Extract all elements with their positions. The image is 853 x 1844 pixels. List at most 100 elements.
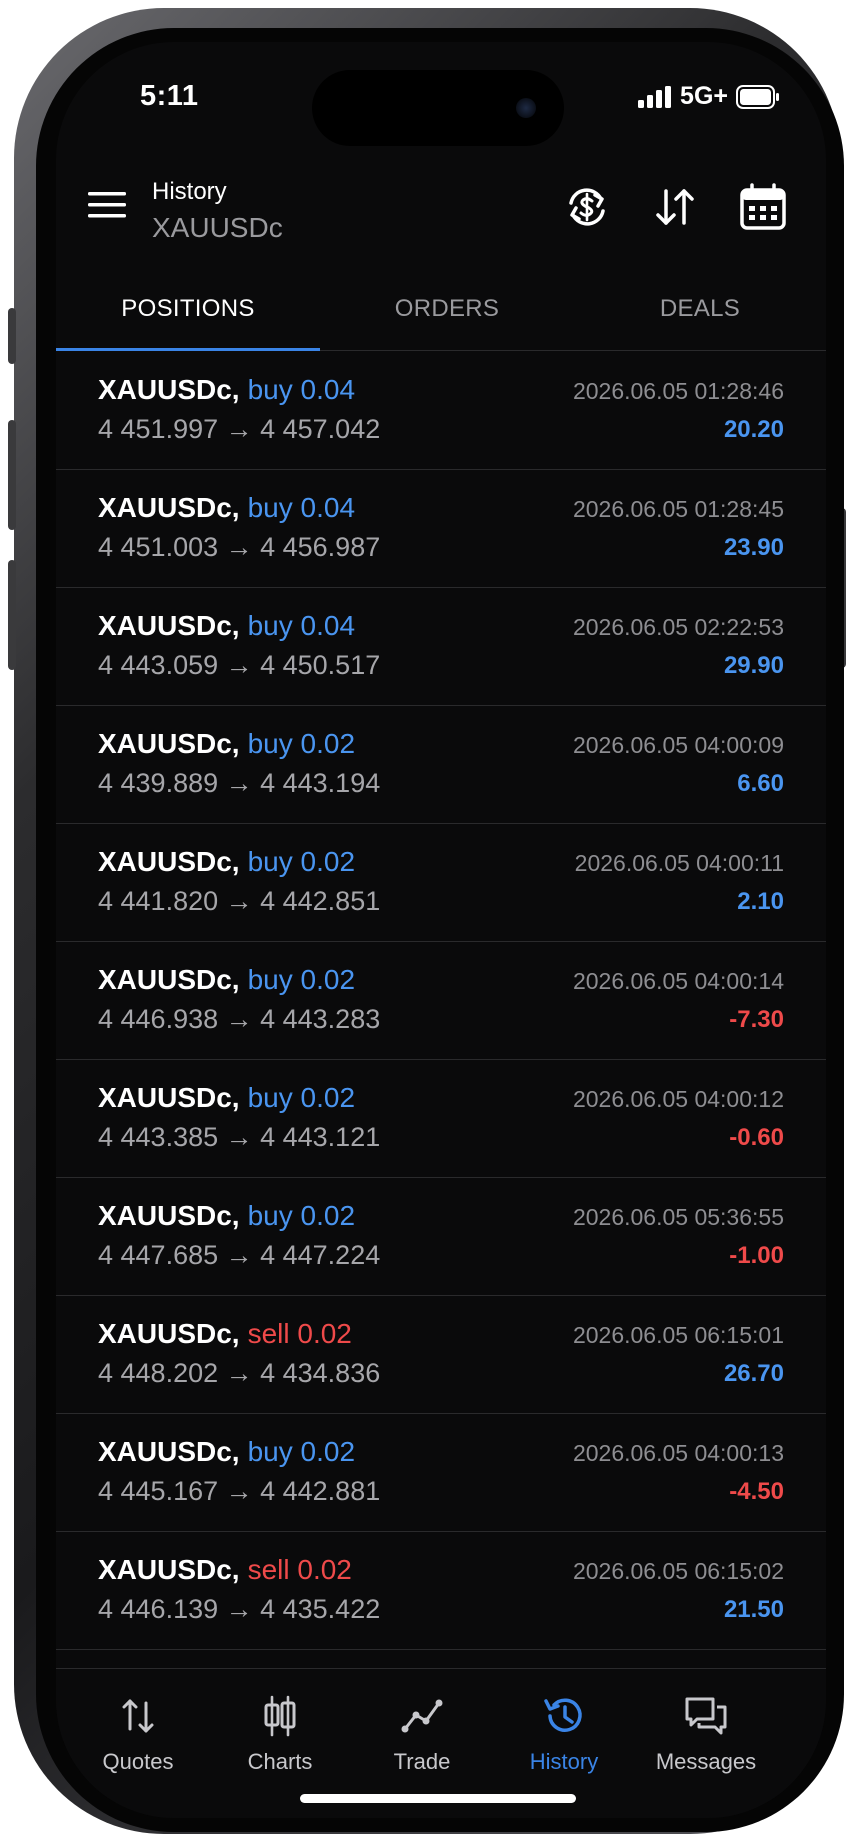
nav-history-label: History <box>529 1749 599 1774</box>
tab-deals[interactable]: DEALS <box>574 270 826 348</box>
position-time: 2026.06.05 06:15:01 <box>572 1322 784 1348</box>
position-row[interactable]: XAUUSDc, buy 0.02 4 441.820 → 4 442.851 2… <box>56 824 826 942</box>
messages-icon <box>685 1697 727 1735</box>
nav-charts[interactable]: Charts <box>210 1693 350 1775</box>
position-prices: 4 441.820 → 4 442.851 <box>98 886 381 916</box>
active-tab-indicator <box>56 348 320 351</box>
position-side: buy 0.04 <box>247 610 356 641</box>
position-time: 2026.06.05 01:28:45 <box>572 496 784 522</box>
app-header: History XAUUSDc <box>56 162 826 252</box>
position-time: 2026.06.05 04:00:13 <box>572 1440 784 1466</box>
position-symbol: XAUUSDc, buy 0.04 <box>98 374 356 405</box>
position-time: 2026.06.05 02:22:53 <box>572 614 784 640</box>
position-row[interactable]: XAUUSDc, buy 0.04 4 443.059 → 4 450.517 2… <box>56 588 826 706</box>
position-profit: -0.60 <box>729 1124 784 1151</box>
position-prices: 4 439.889 → 4 443.194 <box>98 768 381 798</box>
nav-quotes[interactable]: Quotes <box>68 1693 208 1775</box>
position-profit: 29.90 <box>723 652 784 679</box>
position-side: buy 0.04 <box>247 492 356 523</box>
menu-icon[interactable] <box>88 190 126 220</box>
position-side: buy 0.02 <box>247 1082 356 1113</box>
position-side: buy 0.02 <box>247 1436 356 1467</box>
position-profit: -7.30 <box>729 1006 784 1033</box>
position-row[interactable]: XAUUSDc, buy 0.04 4 451.003 → 4 456.987 2… <box>56 470 826 588</box>
status-indicators: 5G+ <box>638 82 780 111</box>
network-type: 5G+ <box>680 82 728 110</box>
position-profit: 2.10 <box>737 888 784 915</box>
nav-trade-label: Trade <box>393 1749 451 1774</box>
position-side: buy 0.02 <box>247 964 356 995</box>
position-symbol: XAUUSDc, buy 0.02 <box>98 1436 356 1467</box>
position-symbol: XAUUSDc, sell 0.02 <box>98 1318 352 1349</box>
position-row[interactable]: XAUUSDc, buy 0.04 4 451.997 → 4 457.042 2… <box>56 352 826 470</box>
position-symbol: XAUUSDc, buy 0.02 <box>98 1082 356 1113</box>
position-prices: 4 448.202 → 4 434.836 <box>98 1358 381 1388</box>
position-profit: -4.50 <box>729 1478 784 1505</box>
position-symbol: XAUUSDc, buy 0.02 <box>98 846 356 877</box>
position-side: sell 0.02 <box>247 1318 352 1349</box>
nav-charts-label: Charts <box>247 1749 313 1774</box>
position-time: 2026.06.05 01:28:46 <box>572 378 784 404</box>
position-side: sell 0.02 <box>247 1554 352 1585</box>
quotes-icon <box>122 1699 154 1733</box>
history-tabs: POSITIONS ORDERS DEALS <box>56 270 826 351</box>
position-row[interactable]: XAUUSDc, sell 0.02 4 448.202 → 4 434.836 … <box>56 1296 826 1414</box>
front-camera <box>516 98 536 118</box>
position-prices: 4 443.385 → 4 443.121 <box>98 1122 381 1152</box>
position-prices: 4 447.685 → 4 447.224 <box>98 1240 381 1270</box>
position-time: 2026.06.05 04:00:09 <box>572 732 784 758</box>
position-profit: 6.60 <box>737 770 784 797</box>
position-row[interactable]: XAUUSDc, buy 0.02 4 445.167 → 4 442.881 2… <box>56 1414 826 1532</box>
nav-trade[interactable]: Trade <box>352 1693 492 1775</box>
nav-quotes-label: Quotes <box>102 1749 174 1774</box>
signal-icon <box>638 85 672 108</box>
currency-exchange-icon[interactable] <box>562 182 612 232</box>
trade-icon <box>401 1699 443 1733</box>
action-button <box>8 308 16 364</box>
tab-orders[interactable]: ORDERS <box>320 270 574 348</box>
position-prices: 4 451.997 → 4 457.042 <box>98 414 381 444</box>
symbol-filter[interactable]: XAUUSDc <box>152 212 283 244</box>
position-profit: 21.50 <box>723 1596 784 1623</box>
position-row[interactable]: XAUUSDc, buy 0.02 4 439.889 → 4 443.194 2… <box>56 706 826 824</box>
position-prices: 4 445.167 → 4 442.881 <box>98 1476 381 1506</box>
page-title: History <box>152 178 227 205</box>
position-prices: 4 446.139 → 4 435.422 <box>98 1594 381 1624</box>
position-symbol: XAUUSDc, buy 0.02 <box>98 1200 356 1231</box>
position-profit: 23.90 <box>723 534 784 561</box>
nav-history[interactable]: History <box>494 1693 634 1775</box>
position-time: 2026.06.05 04:00:14 <box>572 968 784 994</box>
nav-messages[interactable]: Messages <box>636 1693 776 1775</box>
position-time: 2026.06.05 04:00:12 <box>572 1086 784 1112</box>
position-prices: 4 446.938 → 4 443.283 <box>98 1004 381 1034</box>
position-prices: 4 451.003 → 4 456.987 <box>98 532 381 562</box>
position-time: 2026.06.05 04:00:11 <box>574 850 784 876</box>
position-profit: 20.20 <box>723 416 784 443</box>
position-time: 2026.06.05 05:36:55 <box>572 1204 784 1230</box>
dynamic-island <box>312 70 564 146</box>
position-time: 2026.06.05 06:15:02 <box>572 1558 784 1584</box>
positions-list: XAUUSDc, buy 0.04 4 451.997 → 4 457.042 2… <box>56 352 826 1650</box>
status-time: 5:11 <box>140 80 199 112</box>
history-icon <box>544 1698 582 1732</box>
position-side: buy 0.04 <box>247 374 356 405</box>
volume-down-button <box>8 560 16 670</box>
position-row[interactable]: XAUUSDc, buy 0.02 4 447.685 → 4 447.224 2… <box>56 1178 826 1296</box>
position-symbol: XAUUSDc, buy 0.02 <box>98 964 356 995</box>
sort-icon[interactable] <box>650 182 700 232</box>
position-symbol: XAUUSDc, buy 0.04 <box>98 610 356 641</box>
position-row[interactable]: XAUUSDc, sell 0.02 4 446.139 → 4 435.422 … <box>56 1532 826 1650</box>
position-profit: 26.70 <box>723 1360 784 1387</box>
charts-icon <box>264 1695 296 1737</box>
home-indicator[interactable] <box>300 1794 576 1803</box>
position-symbol: XAUUSDc, buy 0.04 <box>98 492 356 523</box>
calendar-icon[interactable] <box>738 182 788 232</box>
position-side: buy 0.02 <box>247 1200 356 1231</box>
position-row[interactable]: XAUUSDc, buy 0.02 4 443.385 → 4 443.121 2… <box>56 1060 826 1178</box>
battery-icon <box>736 84 779 109</box>
nav-messages-label: Messages <box>655 1749 757 1774</box>
position-row[interactable]: XAUUSDc, buy 0.02 4 446.938 → 4 443.283 2… <box>56 942 826 1060</box>
tab-positions[interactable]: POSITIONS <box>56 270 320 348</box>
position-prices: 4 443.059 → 4 450.517 <box>98 650 381 680</box>
position-profit: -1.00 <box>729 1242 784 1269</box>
